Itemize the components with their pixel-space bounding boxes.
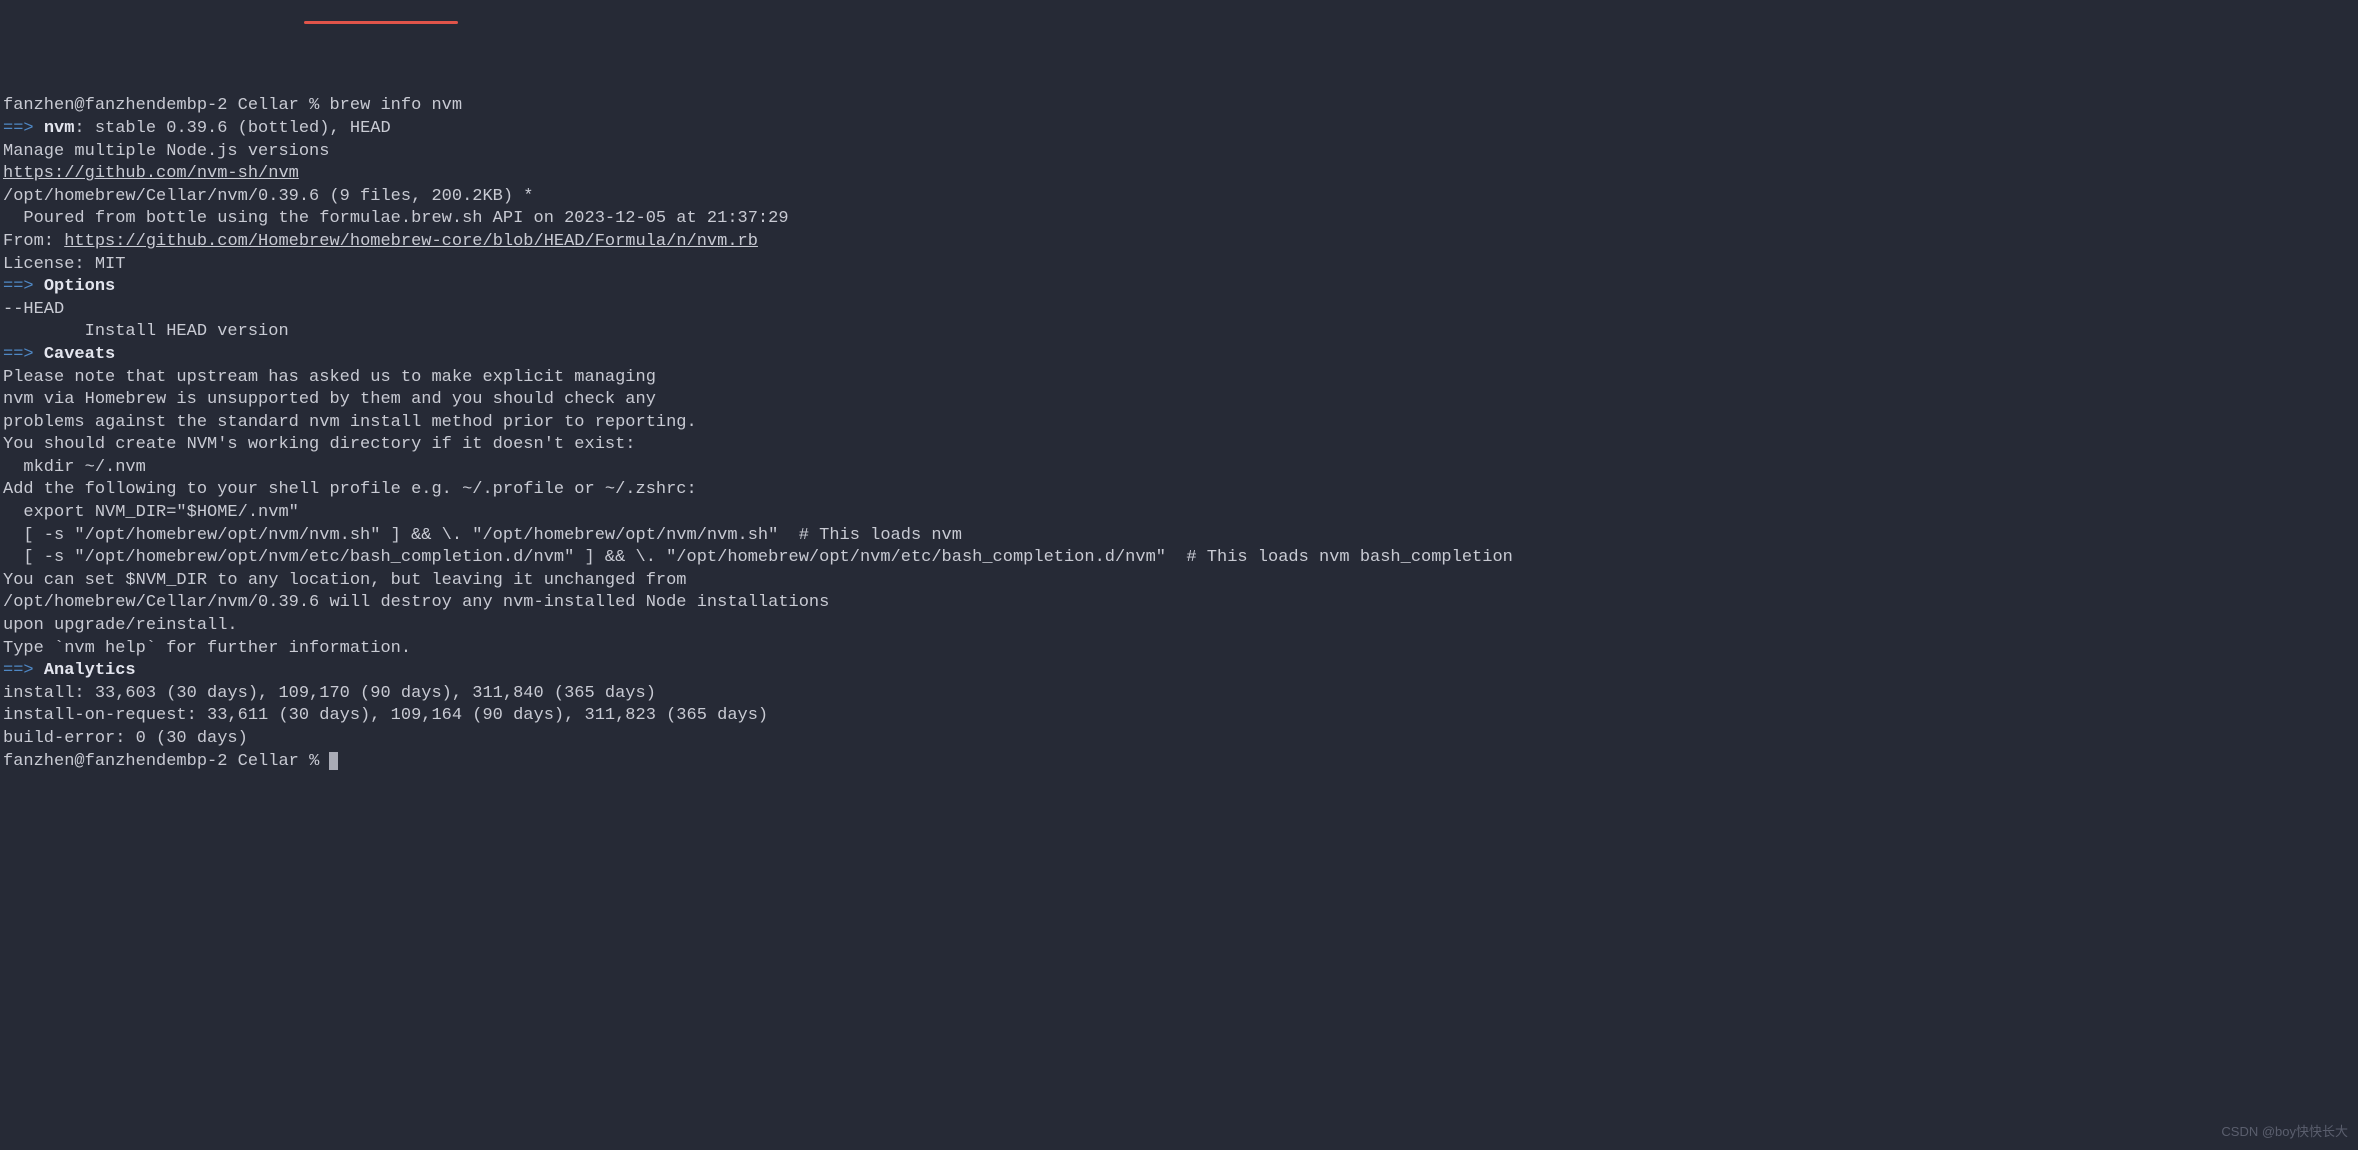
option-head-desc: Install HEAD version — [3, 321, 2355, 344]
caveats-text: Add the following to your shell profile … — [3, 479, 2355, 502]
caveats-text: You can set $NVM_DIR to any location, bu… — [3, 570, 2355, 593]
license-line: License: MIT — [3, 254, 2355, 277]
caveats-text: You should create NVM's working director… — [3, 434, 2355, 457]
prompt-line-2[interactable]: fanzhen@fanzhendembp-2 Cellar % — [3, 751, 2355, 774]
from-line: From: https://github.com/Homebrew/homebr… — [3, 231, 2355, 254]
formula-version: : stable 0.39.6 (bottled), HEAD — [74, 119, 390, 138]
caveats-text: /opt/homebrew/Cellar/nvm/0.39.6 will des… — [3, 592, 2355, 615]
command-text: brew info nvm — [329, 96, 462, 115]
formula-header: ==> nvm: stable 0.39.6 (bottled), HEAD — [3, 118, 2355, 141]
watermark-text: CSDN @boy快快长大 — [2221, 1121, 2348, 1144]
caveats-text: nvm via Homebrew is unsupported by them … — [3, 389, 2355, 412]
install-path: /opt/homebrew/Cellar/nvm/0.39.6 (9 files… — [3, 186, 2355, 209]
caveats-text: problems against the standard nvm instal… — [3, 412, 2355, 435]
caveats-code: [ -s "/opt/homebrew/opt/nvm/etc/bash_com… — [3, 547, 2355, 570]
options-title: Options — [44, 277, 115, 296]
prompt-symbol: % — [309, 96, 319, 115]
analytics-install-on-request: install-on-request: 33,611 (30 days), 10… — [3, 705, 2355, 728]
prompt-dir: Cellar — [238, 96, 299, 115]
caveats-text: Type `nvm help` for further information. — [3, 638, 2355, 661]
arrow-icon: ==> — [3, 345, 34, 364]
arrow-icon: ==> — [3, 661, 34, 680]
prompt-line-1[interactable]: fanzhen@fanzhendembp-2 Cellar % brew inf… — [3, 95, 2355, 118]
analytics-title: Analytics — [44, 661, 136, 680]
formula-source-link[interactable]: https://github.com/Homebrew/homebrew-cor… — [64, 232, 758, 251]
prompt-user: fanzhen@fanzhendembp-2 — [3, 752, 227, 771]
arrow-icon: ==> — [3, 119, 34, 138]
option-head: --HEAD — [3, 299, 2355, 322]
caveats-code: mkdir ~/.nvm — [3, 457, 2355, 480]
poured-info: Poured from bottle using the formulae.br… — [3, 208, 2355, 231]
caveats-code: export NVM_DIR="$HOME/.nvm" — [3, 502, 2355, 525]
caveats-header: ==> Caveats — [3, 344, 2355, 367]
caveats-text: Please note that upstream has asked us t… — [3, 367, 2355, 390]
cursor-block — [329, 752, 338, 770]
caveats-title: Caveats — [44, 345, 115, 364]
formula-name: nvm — [44, 119, 75, 138]
prompt-symbol: % — [309, 752, 319, 771]
annotation-underline — [304, 21, 458, 24]
analytics-header: ==> Analytics — [3, 660, 2355, 683]
analytics-build-error: build-error: 0 (30 days) — [3, 728, 2355, 751]
prompt-user: fanzhen@fanzhendembp-2 — [3, 96, 227, 115]
from-label: From: — [3, 232, 64, 251]
analytics-install: install: 33,603 (30 days), 109,170 (90 d… — [3, 683, 2355, 706]
caveats-code: [ -s "/opt/homebrew/opt/nvm/nvm.sh" ] &&… — [3, 525, 2355, 548]
prompt-dir: Cellar — [238, 752, 299, 771]
caveats-text: upon upgrade/reinstall. — [3, 615, 2355, 638]
options-header: ==> Options — [3, 276, 2355, 299]
formula-description: Manage multiple Node.js versions — [3, 141, 2355, 164]
homepage-link[interactable]: https://github.com/nvm-sh/nvm — [3, 163, 2355, 186]
arrow-icon: ==> — [3, 277, 34, 296]
